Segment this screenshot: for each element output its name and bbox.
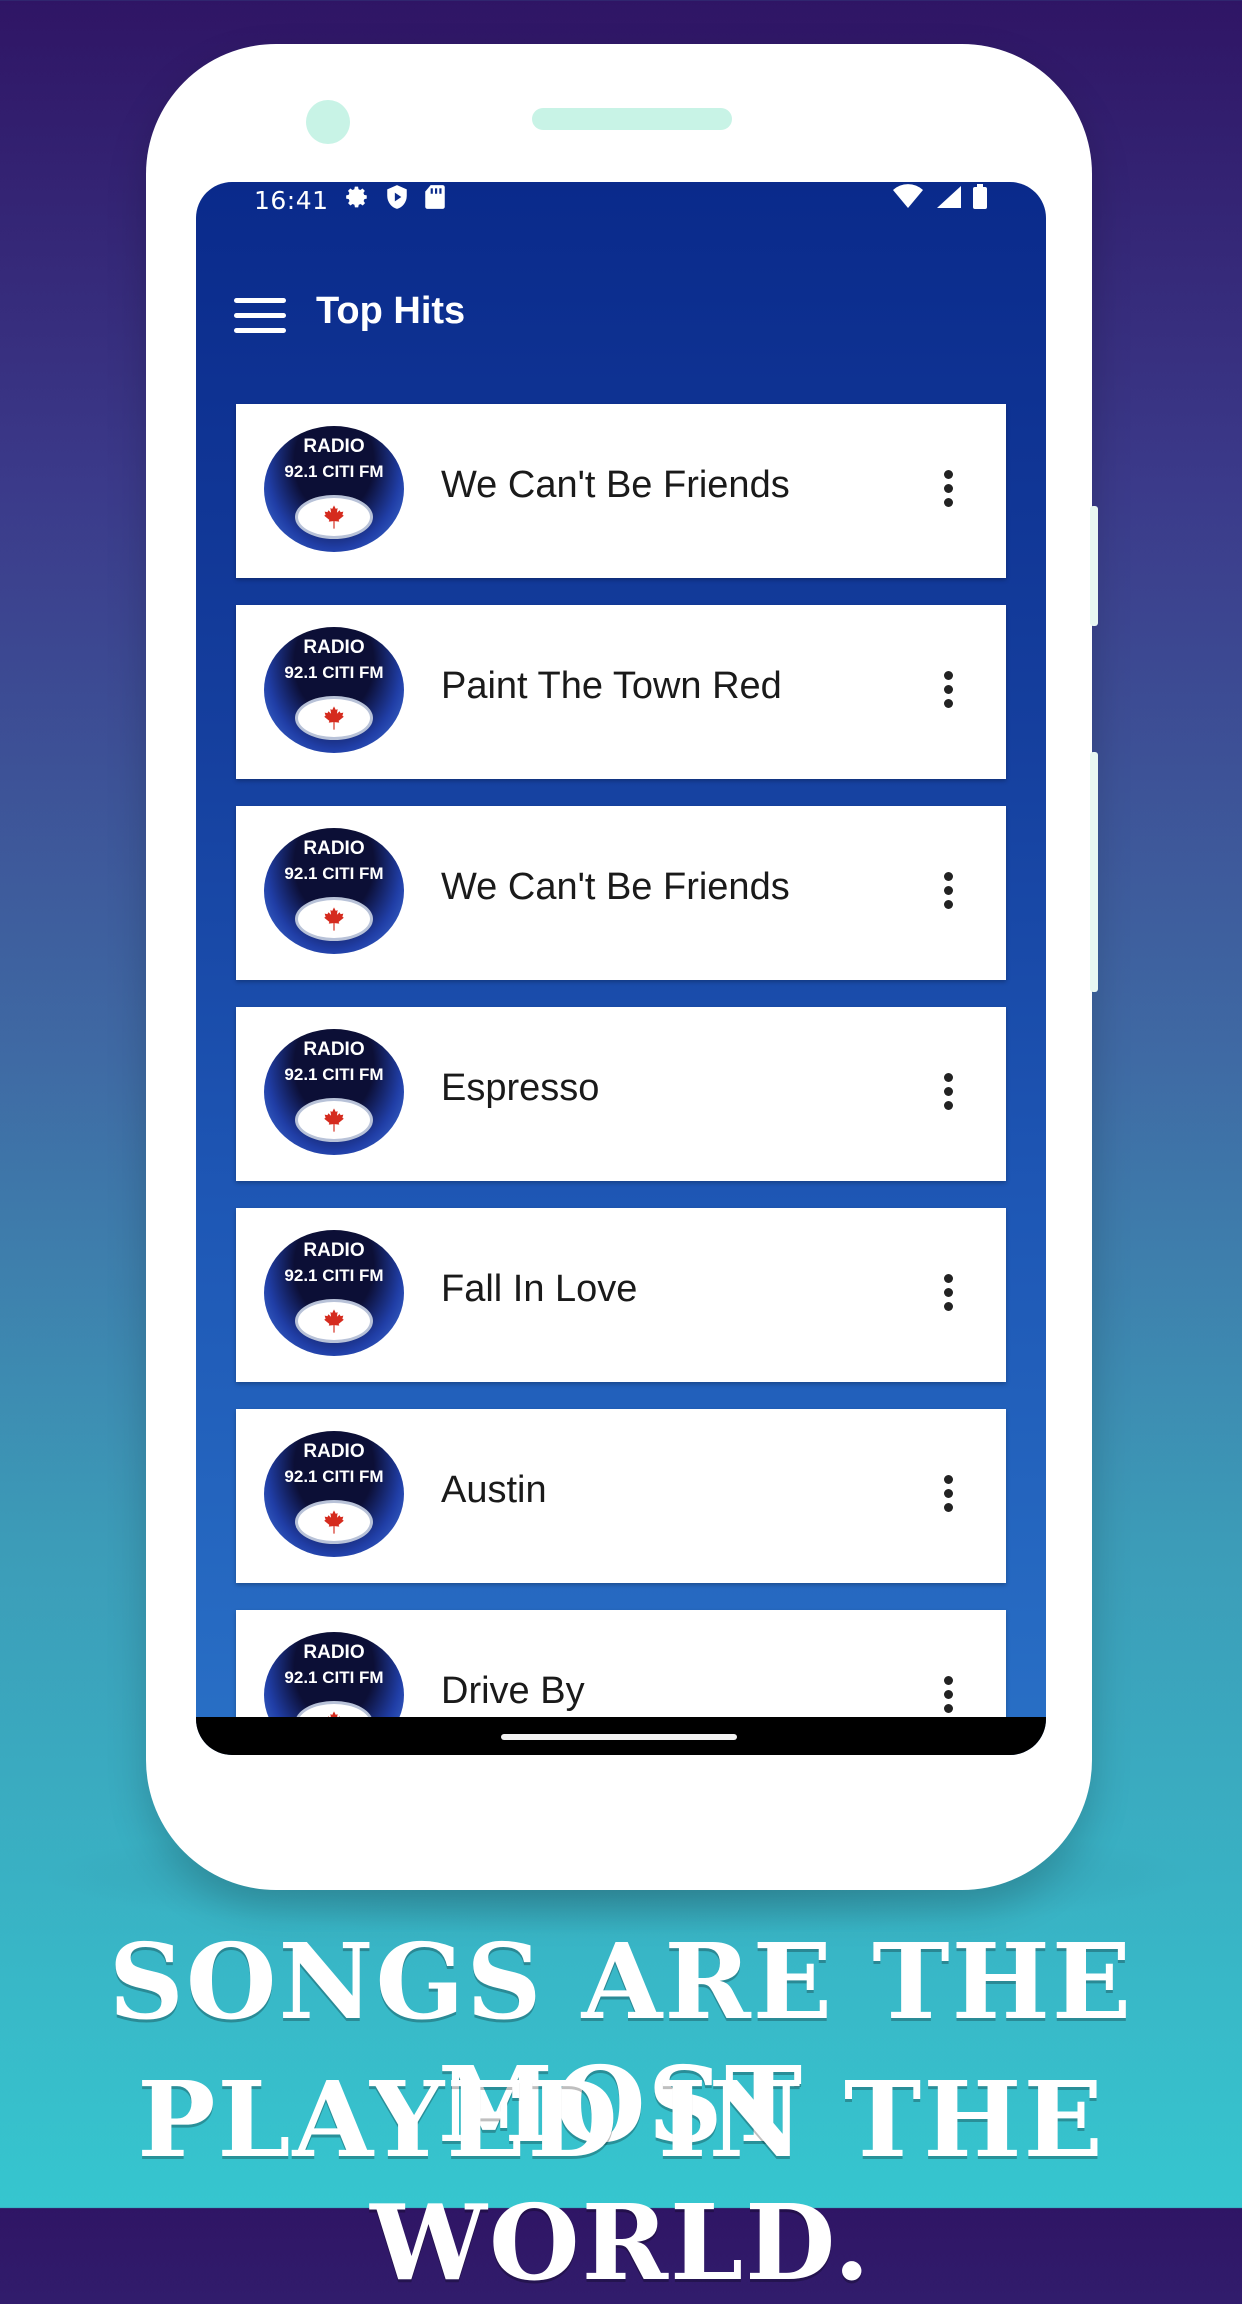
cell-signal-icon — [934, 184, 962, 210]
canada-flag-icon — [298, 1503, 370, 1541]
song-list-item[interactable]: RADIO 92.1 CITI FM Paint The Town Red — [236, 605, 1006, 779]
shield-play-icon — [384, 184, 410, 210]
song-title: We Can't Be Friends — [441, 866, 790, 908]
system-navigation-bar — [196, 1717, 1046, 1755]
song-list-item[interactable]: RADIO 92.1 CITI FM Austin — [236, 1409, 1006, 1583]
logo-text-frequency: 92.1 CITI FM — [284, 663, 384, 682]
wifi-icon — [892, 184, 924, 210]
song-list-item[interactable]: RADIO 92.1 CITI FM Espresso — [236, 1007, 1006, 1181]
more-options-icon[interactable] — [942, 1471, 954, 1517]
more-options-icon[interactable] — [942, 1069, 954, 1115]
more-options-icon[interactable] — [942, 1270, 954, 1316]
song-title: Fall In Love — [441, 1268, 638, 1310]
home-gesture-handle[interactable] — [501, 1734, 737, 1740]
promo-caption-line-2: PLAYED IN THE WORLD. — [137, 2058, 1105, 2304]
more-options-icon[interactable] — [942, 667, 954, 713]
hamburger-menu-icon[interactable] — [234, 296, 286, 336]
logo-text-frequency: 92.1 CITI FM — [284, 462, 384, 481]
logo-text-frequency: 92.1 CITI FM — [284, 1266, 384, 1285]
status-bar: 16:41 — [196, 182, 1046, 232]
logo-text-radio: RADIO — [303, 1240, 365, 1261]
sd-card-icon — [424, 184, 446, 210]
logo-text-radio: RADIO — [303, 637, 365, 658]
canada-flag-icon — [298, 1101, 370, 1139]
station-logo: RADIO 92.1 CITI FM — [264, 828, 404, 954]
song-title: Espresso — [441, 1067, 600, 1109]
canada-flag-icon — [298, 498, 370, 536]
song-title: Paint The Town Red — [441, 665, 782, 707]
song-title: Austin — [441, 1469, 547, 1511]
song-list: RADIO 92.1 CITI FM We Can't Be Friends R… — [236, 404, 1006, 1755]
app-screen: 16:41 Top Hits RADIO 92.1 CITI FM We Can… — [196, 182, 1046, 1755]
status-time: 16:41 — [254, 186, 329, 215]
song-title: We Can't Be Friends — [441, 464, 790, 506]
logo-text-frequency: 92.1 CITI FM — [284, 1668, 384, 1687]
station-logo: RADIO 92.1 CITI FM — [264, 627, 404, 753]
status-icons-right — [892, 184, 988, 210]
logo-text-radio: RADIO — [303, 1642, 365, 1663]
more-options-icon[interactable] — [942, 868, 954, 914]
logo-text-frequency: 92.1 CITI FM — [284, 1065, 384, 1084]
song-title: Drive By — [441, 1670, 585, 1712]
phone-shadow — [36, 1816, 1202, 1936]
station-logo: RADIO 92.1 CITI FM — [264, 1230, 404, 1356]
settings-gear-icon — [344, 184, 370, 210]
phone-volume-button — [1090, 752, 1098, 992]
more-options-icon[interactable] — [942, 466, 954, 512]
more-options-icon[interactable] — [942, 1672, 954, 1718]
logo-text-frequency: 92.1 CITI FM — [284, 864, 384, 883]
station-logo: RADIO 92.1 CITI FM — [264, 1431, 404, 1557]
phone-side-button — [1090, 506, 1098, 626]
logo-text-radio: RADIO — [303, 1039, 365, 1060]
canada-flag-icon — [298, 900, 370, 938]
status-icons-left — [344, 184, 446, 210]
logo-text-radio: RADIO — [303, 838, 365, 859]
phone-frame: 16:41 Top Hits RADIO 92.1 CITI FM We Can… — [36, 44, 1202, 1936]
page-title: Top Hits — [316, 290, 466, 332]
song-list-item[interactable]: RADIO 92.1 CITI FM Fall In Love — [236, 1208, 1006, 1382]
battery-icon — [972, 184, 988, 210]
canada-flag-icon — [298, 699, 370, 737]
app-bar: Top Hits — [196, 266, 1046, 366]
front-camera — [306, 100, 350, 144]
logo-text-radio: RADIO — [303, 436, 365, 457]
station-logo: RADIO 92.1 CITI FM — [264, 1029, 404, 1155]
logo-text-radio: RADIO — [303, 1441, 365, 1462]
station-logo: RADIO 92.1 CITI FM — [264, 426, 404, 552]
song-list-item[interactable]: RADIO 92.1 CITI FM We Can't Be Friends — [236, 806, 1006, 980]
logo-text-frequency: 92.1 CITI FM — [284, 1467, 384, 1486]
canada-flag-icon — [298, 1302, 370, 1340]
song-list-item[interactable]: RADIO 92.1 CITI FM We Can't Be Friends — [236, 404, 1006, 578]
earpiece-speaker — [532, 108, 732, 130]
